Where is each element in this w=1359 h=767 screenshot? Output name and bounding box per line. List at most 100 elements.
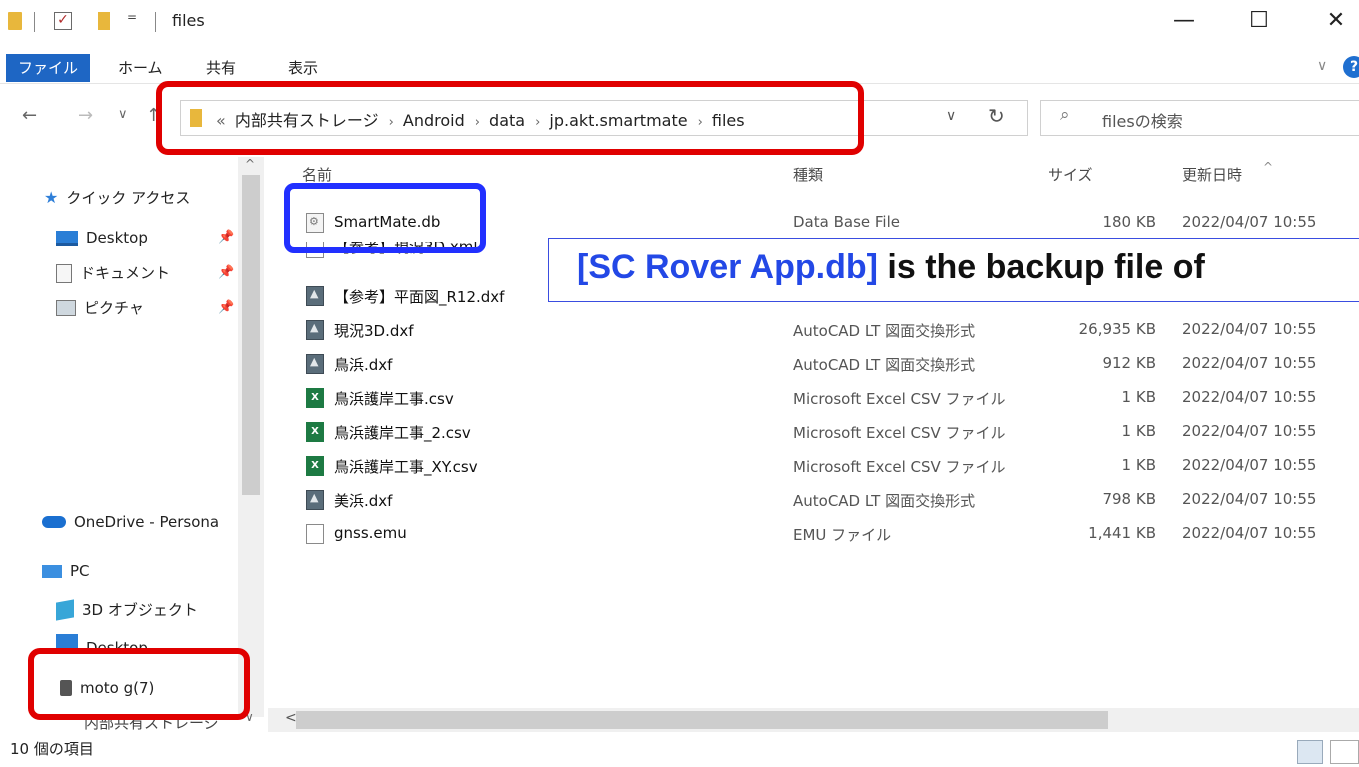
cloud-icon (42, 516, 66, 528)
emu-file-icon (306, 524, 324, 544)
file-name: 現況3D.dxf (334, 322, 414, 340)
file-row[interactable]: X 鳥浜護岸工事.csv Microsoft Excel CSV ファイル 1 … (300, 382, 1359, 416)
scroll-up-button[interactable]: ^ (245, 157, 255, 171)
tab-home[interactable]: ホーム (118, 54, 163, 82)
column-header-date[interactable]: 更新日時 (1182, 164, 1242, 185)
sidebar-item-pc[interactable]: PC (42, 557, 90, 585)
file-size: 1 KB (1121, 422, 1156, 440)
sidebar-item-pictures[interactable]: ピクチャ (56, 294, 144, 322)
file-type: AutoCAD LT 図面交換形式 (793, 356, 976, 374)
sidebar-item-onedrive[interactable]: OneDrive - Persona (42, 508, 219, 536)
column-header-type[interactable]: 種類 (793, 164, 823, 185)
annotation-red-box-device (28, 648, 250, 720)
cad-file-icon (306, 320, 324, 340)
sort-indicator-icon: ^ (1263, 160, 1274, 174)
tab-file[interactable]: ファイル (6, 54, 90, 82)
file-row[interactable]: 美浜.dxf AutoCAD LT 図面交換形式 798 KB 2022/04/… (300, 484, 1359, 518)
tab-share[interactable]: 共有 (206, 54, 236, 82)
sidebar-item-documents[interactable]: ドキュメント (56, 259, 170, 287)
quick-access-dropdown[interactable]: = (127, 10, 137, 24)
file-date: 2022/04/07 10:55 (1182, 213, 1317, 231)
column-header-size[interactable]: サイズ (1048, 164, 1093, 185)
file-type: Microsoft Excel CSV ファイル (793, 424, 1006, 442)
search-icon: ⌕ (1060, 105, 1070, 125)
properties-check-icon[interactable]: ✓ (54, 12, 72, 30)
cube-icon (56, 599, 74, 621)
file-size: 1 KB (1121, 388, 1156, 406)
sidebar-item-label: Desktop (86, 229, 148, 247)
pictures-icon (56, 300, 76, 316)
pin-icon[interactable]: 📌 (218, 230, 234, 245)
sidebar-scroll-thumb[interactable] (242, 175, 260, 495)
pin-icon[interactable]: 📌 (218, 300, 234, 315)
file-type: AutoCAD LT 図面交換形式 (793, 322, 976, 340)
window-title: files (172, 11, 205, 30)
file-row[interactable]: 鳥浜.dxf AutoCAD LT 図面交換形式 912 KB 2022/04/… (300, 348, 1359, 382)
tab-view[interactable]: 表示 (288, 54, 318, 82)
file-size: 798 KB (1102, 490, 1156, 508)
pin-icon[interactable]: 📌 (218, 265, 234, 280)
file-name: 鳥浜護岸工事.csv (334, 390, 454, 408)
refresh-icon[interactable]: ↻ (988, 104, 1005, 128)
large-icons-view-button[interactable] (1330, 740, 1359, 764)
close-button[interactable]: ✕ (1313, 4, 1359, 38)
file-name: 美浜.dxf (334, 492, 393, 510)
documents-icon (56, 263, 72, 283)
file-name: 鳥浜護岸工事_XY.csv (334, 458, 478, 476)
file-name: 鳥浜護岸工事_2.csv (334, 424, 471, 442)
scroll-left-button[interactable]: < (285, 710, 297, 726)
search-input[interactable] (1040, 100, 1359, 136)
maximize-button[interactable]: ☐ (1236, 4, 1282, 38)
file-row[interactable]: 現況3D.dxf AutoCAD LT 図面交換形式 26,935 KB 202… (300, 314, 1359, 348)
star-icon: ★ (44, 188, 59, 207)
folder-icon (8, 12, 22, 30)
callout-highlight: [SC Rover App.db] (577, 248, 878, 286)
sidebar-item-quick-access[interactable]: ★ クイック アクセス (44, 184, 190, 212)
expand-ribbon-button[interactable]: ∨ (1317, 58, 1327, 74)
column-header-name[interactable]: 名前 (302, 164, 332, 185)
back-button[interactable]: ← (22, 105, 37, 126)
sidebar-item-label: ピクチャ (84, 299, 144, 317)
file-size: 912 KB (1102, 354, 1156, 372)
new-folder-icon[interactable] (98, 12, 110, 30)
file-type: Data Base File (793, 213, 900, 231)
desktop-icon (56, 230, 78, 246)
help-icon[interactable]: ? (1343, 56, 1359, 78)
file-date: 2022/04/07 10:55 (1182, 388, 1317, 406)
file-row[interactable]: X 鳥浜護岸工事_XY.csv Microsoft Excel CSV ファイル… (300, 450, 1359, 484)
file-date: 2022/04/07 10:55 (1182, 422, 1317, 440)
file-type: EMU ファイル (793, 526, 892, 544)
file-row[interactable]: gnss.emu EMU ファイル 1,441 KB 2022/04/07 10… (300, 518, 1359, 552)
annotation-red-box-address (156, 81, 864, 155)
annotation-callout: [SC Rover App.db] is the backup file of (548, 238, 1359, 302)
annotation-blue-box-db (284, 183, 486, 253)
forward-button[interactable]: → (78, 105, 93, 126)
horizontal-scroll-thumb[interactable] (296, 711, 1108, 729)
sidebar-item-desktop[interactable]: Desktop (56, 224, 148, 252)
sidebar-item-label: ドキュメント (80, 264, 171, 282)
sidebar-item-label: Desktop (86, 639, 148, 648)
file-row[interactable]: X 鳥浜護岸工事_2.csv Microsoft Excel CSV ファイル … (300, 416, 1359, 450)
file-name: 鳥浜.dxf (334, 356, 393, 374)
file-type: AutoCAD LT 図面交換形式 (793, 492, 976, 510)
sidebar-item-3d-objects[interactable]: 3D オブジェクト (56, 596, 198, 624)
ribbon-tabs: ファイル ホーム 共有 表示 ∨ ? (0, 50, 1359, 84)
sidebar-item-label: PC (70, 562, 90, 580)
search-placeholder: filesの検索 (1102, 112, 1183, 131)
file-date: 2022/04/07 10:55 (1182, 456, 1317, 474)
file-date: 2022/04/07 10:55 (1182, 320, 1317, 338)
divider (34, 12, 35, 32)
item-count: 10 個の項目 (10, 740, 94, 758)
address-dropdown-button[interactable]: ∨ (946, 108, 956, 124)
excel-csv-icon: X (306, 456, 324, 476)
details-view-button[interactable] (1297, 740, 1323, 764)
excel-csv-icon: X (306, 388, 324, 408)
recent-locations-button[interactable]: ∨ (118, 107, 128, 122)
minimize-button[interactable]: — (1161, 4, 1207, 38)
excel-csv-icon: X (306, 422, 324, 442)
title-bar: ✓ = files — ☐ ✕ (0, 0, 1359, 46)
divider (155, 12, 156, 32)
sidebar-item-desktop-pc[interactable]: Desktop (56, 634, 148, 648)
file-type: Microsoft Excel CSV ファイル (793, 458, 1006, 476)
file-date: 2022/04/07 10:55 (1182, 490, 1317, 508)
